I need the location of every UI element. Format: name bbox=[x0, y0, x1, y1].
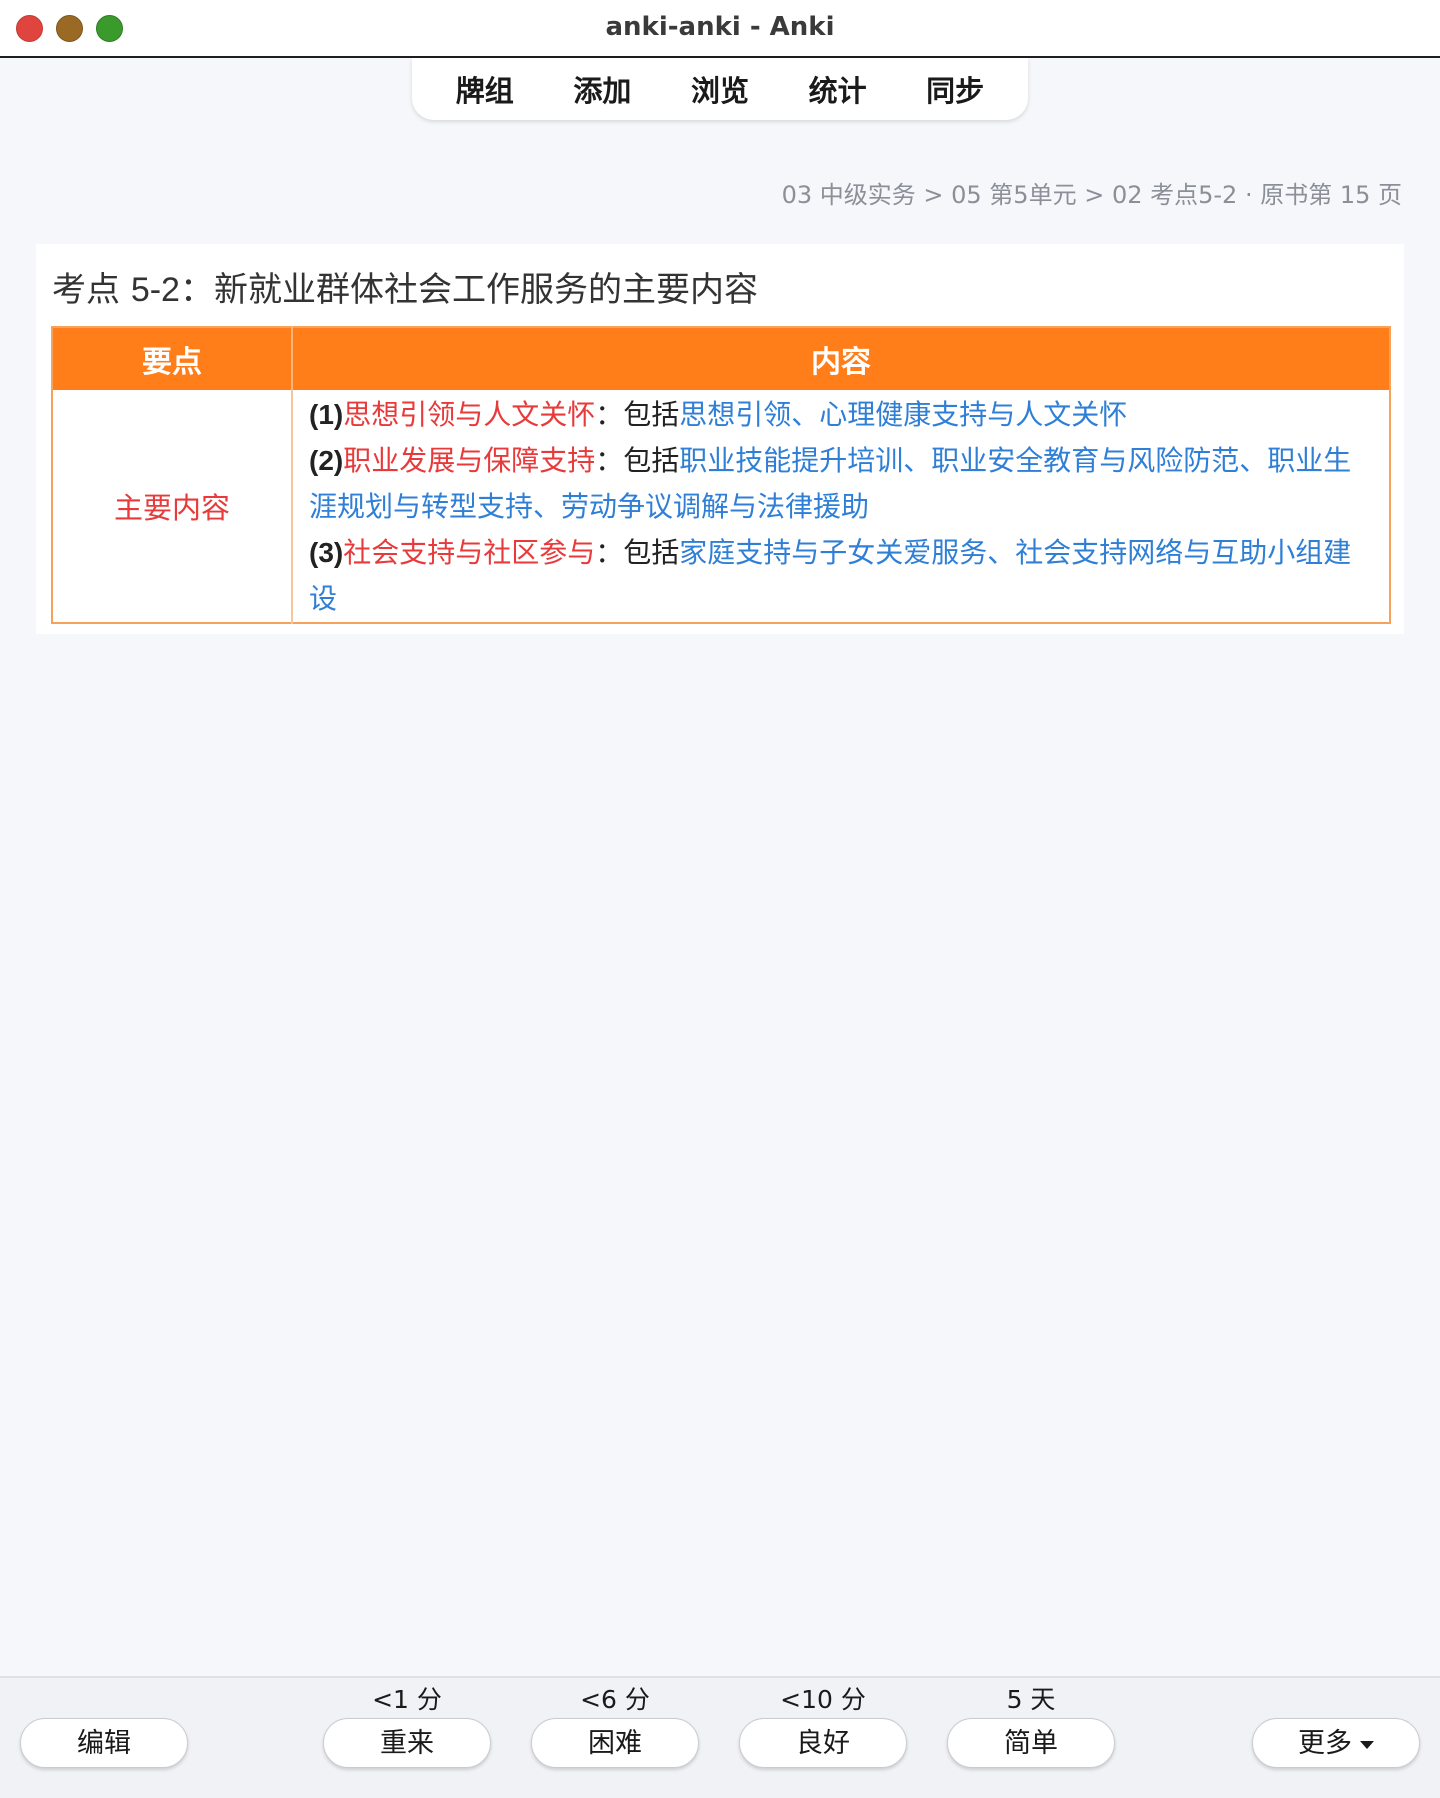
main-toolbar: 牌组 添加 浏览 统计 同步 bbox=[412, 58, 1028, 120]
item-index: (2) bbox=[309, 445, 344, 476]
item-index: (1) bbox=[309, 399, 344, 430]
list-item: (3)社会支持与社区参与：包括家庭支持与子女关爱服务、社会支持网络与互助小组建设 bbox=[309, 530, 1375, 622]
caret-down-icon bbox=[1360, 1740, 1374, 1749]
item-separator: ：包括 bbox=[595, 444, 680, 477]
toolbar-stats[interactable]: 统计 bbox=[809, 68, 867, 110]
more-label: 更多 bbox=[1298, 1728, 1352, 1759]
title-bar: anki-anki - Anki bbox=[0, 0, 1440, 58]
item-detail: 思想引领、心理健康支持与人文关怀 bbox=[679, 398, 1128, 431]
card-title-number: 5-2 bbox=[130, 271, 180, 309]
toolbar-browse[interactable]: 浏览 bbox=[691, 68, 749, 110]
item-topic: 思想引领与人文关怀 bbox=[343, 398, 596, 431]
row-label: 主要内容 bbox=[52, 390, 293, 623]
toolbar-sync[interactable]: 同步 bbox=[926, 68, 984, 110]
review-bottom-bar bbox=[0, 1676, 1440, 1798]
item-separator: ：包括 bbox=[595, 536, 680, 569]
table-row: 主要内容 (1)思想引领与人文关怀：包括思想引领、心理健康支持与人文关怀 (2)… bbox=[52, 390, 1390, 623]
card-title: 考点 5-2：新就业群体社会工作服务的主要内容 bbox=[52, 262, 758, 311]
card-title-prefix: 考点 bbox=[52, 270, 131, 310]
easy-button[interactable]: 简单 bbox=[947, 1718, 1115, 1768]
again-interval: <1 分 bbox=[372, 1685, 442, 1714]
edit-button[interactable]: 编辑 bbox=[20, 1718, 188, 1768]
hard-button[interactable]: 困难 bbox=[531, 1718, 699, 1768]
header-key-point: 要点 bbox=[52, 327, 293, 390]
item-topic: 社会支持与社区参与 bbox=[343, 536, 596, 569]
again-button[interactable]: 重来 bbox=[323, 1718, 491, 1768]
list-item: (1)思想引领与人文关怀：包括思想引领、心理健康支持与人文关怀 bbox=[309, 392, 1375, 438]
hard-interval: <6 分 bbox=[580, 1685, 650, 1714]
list-item: (2)职业发展与保障支持：包括职业技能提升培训、职业安全教育与风险防范、职业生涯… bbox=[309, 438, 1375, 530]
anki-window: anki-anki - Anki 牌组 添加 浏览 统计 同步 03 中级实务 … bbox=[0, 0, 1440, 1798]
card-image: 考点 5-2：新就业群体社会工作服务的主要内容 要点 内容 主要内容 (1)思想… bbox=[36, 244, 1404, 634]
toolbar-decks[interactable]: 牌组 bbox=[456, 68, 514, 110]
good-button[interactable]: 良好 bbox=[739, 1718, 907, 1768]
item-topic: 职业发展与保障支持 bbox=[343, 444, 596, 477]
header-content: 内容 bbox=[292, 327, 1390, 390]
item-separator: ：包括 bbox=[595, 398, 680, 431]
content-cell: (1)思想引领与人文关怀：包括思想引领、心理健康支持与人文关怀 (2)职业发展与… bbox=[292, 390, 1390, 623]
window-title: anki-anki - Anki bbox=[605, 12, 835, 42]
table-header-row: 要点 内容 bbox=[52, 327, 1390, 390]
key-point-table: 要点 内容 主要内容 (1)思想引领与人文关怀：包括思想引领、心理健康支持与人文… bbox=[51, 326, 1391, 624]
easy-interval: 5 天 bbox=[1006, 1685, 1056, 1714]
more-button[interactable]: 更多 bbox=[1252, 1718, 1420, 1768]
card-title-text: ：新就业群体社会工作服务的主要内容 bbox=[179, 270, 758, 310]
toolbar-add[interactable]: 添加 bbox=[573, 68, 631, 110]
good-interval: <10 分 bbox=[780, 1685, 866, 1714]
card-breadcrumb: 03 中级实务 > 05 第5单元 > 02 考点5-2 · 原书第 15 页 bbox=[781, 181, 1402, 209]
item-index: (3) bbox=[309, 537, 344, 568]
